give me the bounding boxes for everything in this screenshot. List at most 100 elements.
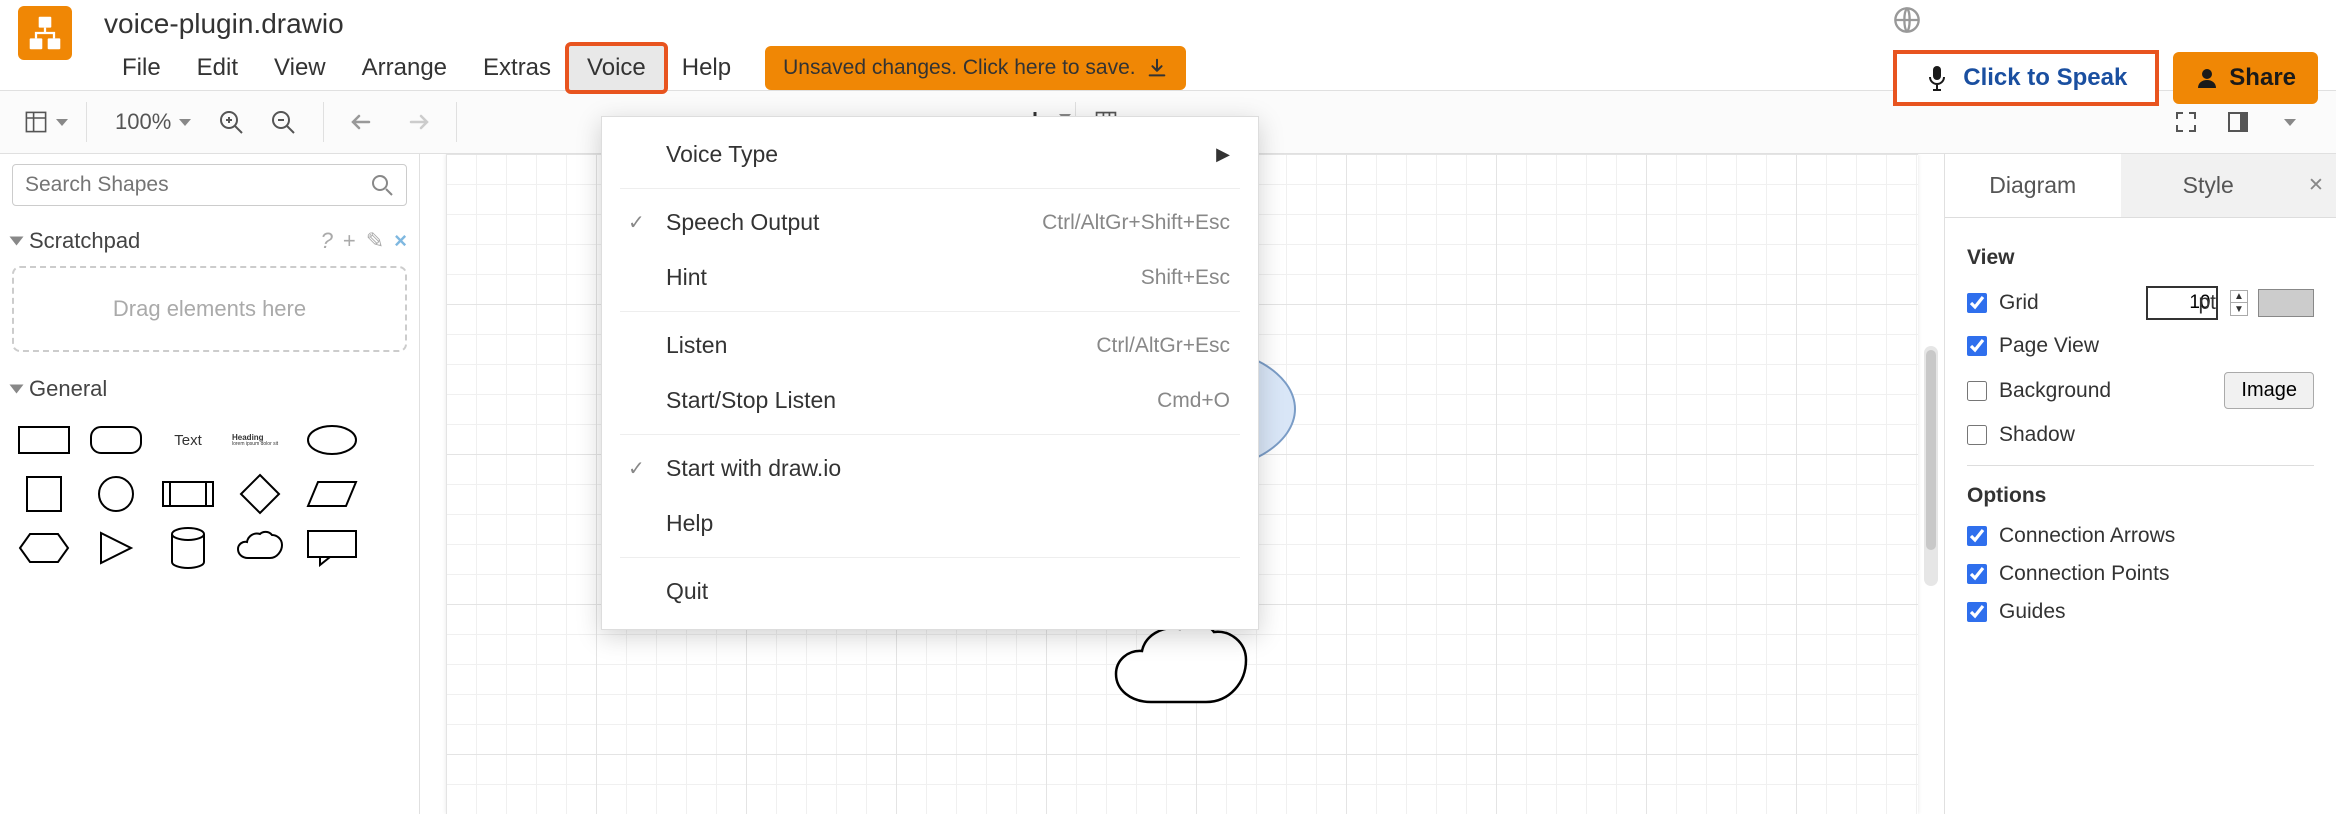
shape-ellipse[interactable] xyxy=(304,422,360,458)
tab-style[interactable]: Style xyxy=(2121,154,2297,217)
globe-icon[interactable] xyxy=(1893,6,1921,34)
grid-label: Grid xyxy=(1999,291,2039,315)
menu-voice[interactable]: Voice xyxy=(569,46,664,90)
shape-diamond[interactable] xyxy=(232,476,288,512)
guides-checkbox[interactable] xyxy=(1967,602,1987,622)
search-shapes-box[interactable] xyxy=(12,164,407,206)
grid-stepper[interactable]: ▲▼ xyxy=(2230,290,2248,316)
menu-separator xyxy=(620,311,1240,312)
format-panel-close[interactable]: ✕ xyxy=(2296,154,2336,217)
toolbar-separator xyxy=(323,102,324,142)
guides-label: Guides xyxy=(1999,600,2066,624)
listen-label: Listen xyxy=(666,332,727,359)
voice-menu-hint[interactable]: Hint Shift+Esc xyxy=(602,250,1258,305)
chevron-down-icon xyxy=(10,237,24,246)
undo-button[interactable] xyxy=(342,100,386,144)
voice-menu-speech-output[interactable]: ✓ Speech Output Ctrl/AltGr+Shift+Esc xyxy=(602,195,1258,250)
shadow-checkbox[interactable] xyxy=(1967,425,1987,445)
row-conn-arrows: Connection Arrows xyxy=(1967,524,2314,548)
pageview-checkbox[interactable] xyxy=(1967,336,1987,356)
voice-menu-help[interactable]: Help xyxy=(602,496,1258,551)
scratchpad-close-button[interactable]: × xyxy=(394,228,407,254)
menu-view[interactable]: View xyxy=(256,46,344,90)
shape-circle[interactable] xyxy=(88,476,144,512)
background-image-button[interactable]: Image xyxy=(2224,372,2314,409)
menu-edit[interactable]: Edit xyxy=(179,46,256,90)
scratchpad-help-button[interactable]: ? xyxy=(321,228,333,254)
row-pageview: Page View xyxy=(1967,334,2314,358)
grid-checkbox[interactable] xyxy=(1967,293,1987,313)
shape-process[interactable] xyxy=(160,476,216,512)
download-icon xyxy=(1146,57,1168,79)
toolbar-separator xyxy=(86,102,87,142)
menu-separator xyxy=(620,188,1240,189)
menu-file[interactable]: File xyxy=(104,46,179,90)
general-header[interactable]: General xyxy=(12,376,407,402)
menu-arrange[interactable]: Arrange xyxy=(344,46,465,90)
grid-color-swatch[interactable] xyxy=(2258,289,2314,317)
shape-heading[interactable]: Headinglorem ipsum dolor sit xyxy=(232,422,288,458)
fullscreen-button[interactable] xyxy=(2164,100,2208,144)
voice-menu-start-stop-listen[interactable]: Start/Stop Listen Cmd+O xyxy=(602,373,1258,428)
background-checkbox[interactable] xyxy=(1967,381,1987,401)
conn-arrows-label: Connection Arrows xyxy=(1999,524,2175,548)
collapse-button[interactable] xyxy=(2268,100,2312,144)
zoom-in-button[interactable] xyxy=(209,100,253,144)
zoom-out-button[interactable] xyxy=(261,100,305,144)
quit-label: Quit xyxy=(666,578,708,605)
drawio-logo-icon xyxy=(27,15,63,51)
shape-hexagon[interactable] xyxy=(16,530,72,566)
unsaved-changes-button[interactable]: Unsaved changes. Click here to save. xyxy=(765,46,1186,90)
click-to-speak-button[interactable]: Click to Speak xyxy=(1893,50,2159,106)
shape-triangle[interactable] xyxy=(88,530,144,566)
app-logo[interactable] xyxy=(18,6,72,60)
search-shapes-input[interactable] xyxy=(25,173,370,197)
listen-shortcut: Ctrl/AltGr+Esc xyxy=(1096,334,1230,358)
grid-unit: pt xyxy=(2198,291,2216,315)
conn-points-label: Connection Points xyxy=(1999,562,2169,586)
menu-extras[interactable]: Extras xyxy=(465,46,569,90)
diagram-cloud[interactable] xyxy=(1106,624,1276,714)
shape-rectangle[interactable] xyxy=(16,422,72,458)
hint-shortcut: Shift+Esc xyxy=(1141,266,1230,290)
scratchpad-add-button[interactable]: + xyxy=(343,228,356,254)
scratchpad-dropzone[interactable]: Drag elements here xyxy=(12,266,407,352)
tab-diagram[interactable]: Diagram xyxy=(1945,154,2121,217)
menu-help[interactable]: Help xyxy=(664,46,749,90)
shape-text[interactable]: Text xyxy=(160,422,216,458)
voice-help-label: Help xyxy=(666,510,713,537)
voice-menu-listen[interactable]: Listen Ctrl/AltGr+Esc xyxy=(602,318,1258,373)
section-options-title: Options xyxy=(1967,484,2314,508)
format-panel-button[interactable] xyxy=(2216,100,2260,144)
conn-points-checkbox[interactable] xyxy=(1967,564,1987,584)
share-button[interactable]: Share xyxy=(2173,52,2318,104)
shape-callout[interactable] xyxy=(304,530,360,566)
voice-menu-voice-type[interactable]: Voice Type ▶ xyxy=(602,127,1258,182)
scratchpad-header[interactable]: Scratchpad ? + ✎ × xyxy=(12,228,407,254)
toolbar-right xyxy=(2164,100,2312,144)
menubar: File Edit View Arrange Extras Voice Help… xyxy=(104,46,1186,90)
scratchpad-edit-button[interactable]: ✎ xyxy=(366,228,384,254)
zoom-dropdown[interactable]: 100% xyxy=(105,109,201,135)
redo-button[interactable] xyxy=(394,100,438,144)
shape-cylinder[interactable] xyxy=(160,530,216,566)
conn-arrows-checkbox[interactable] xyxy=(1967,526,1987,546)
menu-separator xyxy=(620,557,1240,558)
person-icon xyxy=(2195,66,2219,90)
shape-rounded-rectangle[interactable] xyxy=(88,422,144,458)
canvas-scrollbar[interactable] xyxy=(1924,346,1938,586)
pageview-label: Page View xyxy=(1999,334,2099,358)
startstop-label: Start/Stop Listen xyxy=(666,387,836,414)
layout-dropdown-button[interactable] xyxy=(24,100,68,144)
document-title[interactable]: voice-plugin.drawio xyxy=(104,6,1186,46)
shape-cloud[interactable] xyxy=(232,530,288,566)
voice-menu-start-with-drawio[interactable]: ✓ Start with draw.io xyxy=(602,441,1258,496)
row-background: Background Image xyxy=(1967,372,2314,409)
check-icon: ✓ xyxy=(628,456,645,481)
shape-square[interactable] xyxy=(16,476,72,512)
submenu-arrow-icon: ▶ xyxy=(1216,144,1230,165)
shape-parallelogram[interactable] xyxy=(304,476,360,512)
chevron-down-icon xyxy=(10,385,24,394)
search-icon xyxy=(370,173,394,197)
voice-menu-quit[interactable]: Quit xyxy=(602,564,1258,619)
